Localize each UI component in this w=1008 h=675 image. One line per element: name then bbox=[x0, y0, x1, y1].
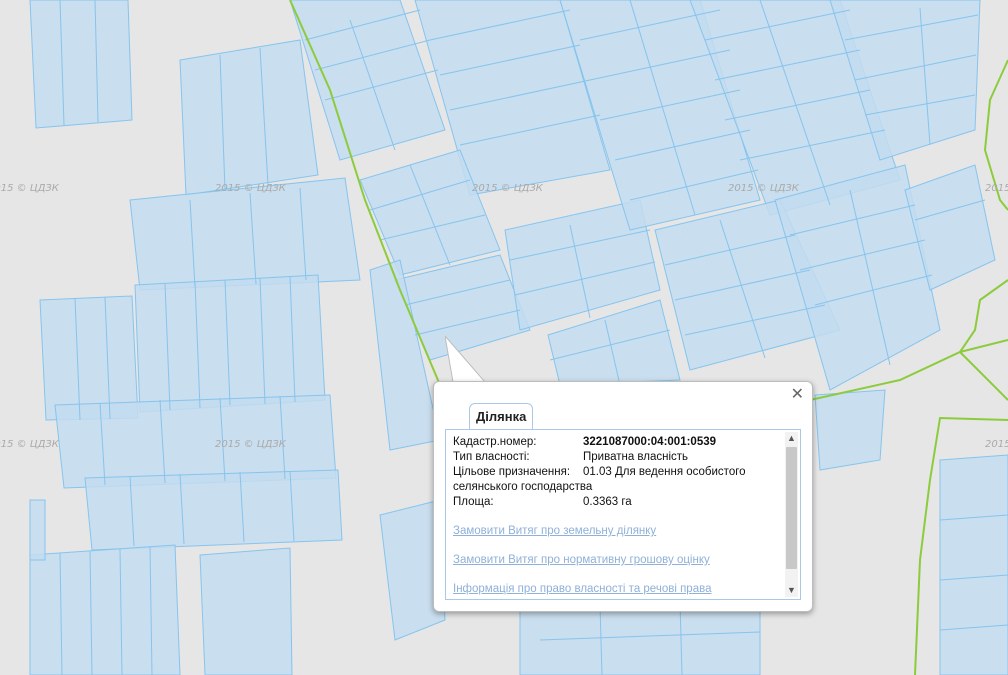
tab-parcel[interactable]: Ділянка bbox=[469, 403, 534, 430]
watermark-text: 2015 © ЦДЗК bbox=[0, 439, 60, 450]
popup-pointer bbox=[445, 336, 487, 384]
order-valuation-extract-link[interactable]: Замовити Витяг про нормативну грошову оц… bbox=[453, 553, 783, 568]
scroll-down-icon[interactable]: ▼ bbox=[785, 584, 798, 597]
field-value: Приватна власність bbox=[583, 451, 689, 463]
ownership-rights-info-link[interactable]: Інформація про право власності та речові… bbox=[453, 582, 783, 597]
field-label: Кадастр.номер: bbox=[453, 436, 537, 448]
field-value: 0.3363 га bbox=[583, 496, 632, 508]
watermark-text: 2015 © ЦДЗК bbox=[215, 183, 287, 194]
field-value: 3221087000:04:001:0539 bbox=[583, 436, 717, 448]
field-label: Тип власності: bbox=[453, 451, 530, 463]
field-area: Площа: 0.3363 га bbox=[453, 495, 783, 510]
order-land-extract-link[interactable]: Замовити Витяг про земельну ділянку bbox=[453, 524, 783, 539]
field-label: Площа: bbox=[453, 496, 494, 508]
watermark-text: 2015 © ЦДЗК bbox=[0, 183, 60, 194]
watermark-text: 2015 © ЦДЗК bbox=[985, 439, 1008, 450]
close-icon[interactable]: ✕ bbox=[791, 387, 804, 403]
field-ownership-type: Тип власності: Приватна власність bbox=[453, 450, 783, 465]
watermark-text: 2015 © ЦДЗК bbox=[215, 439, 287, 450]
watermark-text: 2015 © ЦДЗК bbox=[728, 183, 800, 194]
field-cadastral-number: Кадастр.номер: 3221087000:04:001:0539 bbox=[453, 435, 783, 450]
scroll-up-icon[interactable]: ▲ bbox=[785, 432, 798, 445]
field-purpose: Цільове призначення: 01.03 Для ведення ос… bbox=[453, 465, 783, 495]
parcel-info-popup: ✕ Ділянка Кадастр.номер: 3221087000:04:0… bbox=[433, 381, 813, 612]
field-label: Цільове призначення: bbox=[453, 466, 571, 478]
parcel-info-content: Кадастр.номер: 3221087000:04:001:0539 Ти… bbox=[453, 435, 783, 597]
panel-scrollbar[interactable]: ▲ ▼ bbox=[785, 432, 798, 597]
watermark-text: 2015 © ЦДЗК bbox=[985, 183, 1008, 194]
scrollbar-thumb[interactable] bbox=[786, 447, 797, 569]
parcel-info-panel: Кадастр.номер: 3221087000:04:001:0539 Ти… bbox=[445, 429, 801, 600]
watermark-text: 2015 © ЦДЗК bbox=[472, 183, 544, 194]
